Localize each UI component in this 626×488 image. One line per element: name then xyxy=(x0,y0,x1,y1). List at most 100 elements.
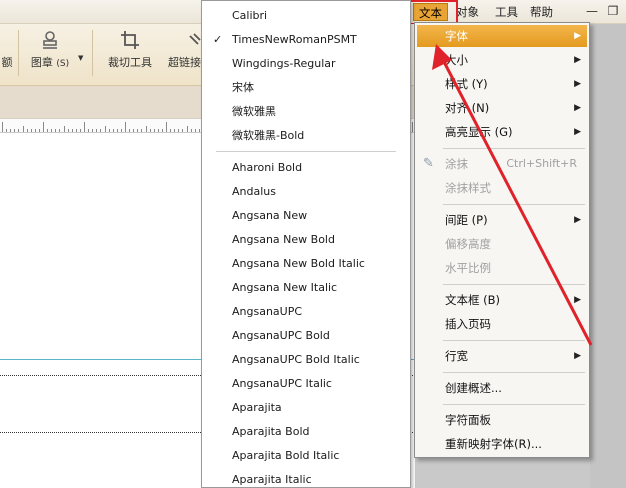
menu-help[interactable]: 帮助 xyxy=(525,3,558,21)
ruler-tick xyxy=(174,129,176,132)
font-item[interactable]: Aparajita Bold xyxy=(202,420,410,444)
font-item[interactable]: Angsana New Bold xyxy=(202,228,410,252)
font-item[interactable]: Aparajita Bold Italic xyxy=(202,444,410,468)
font-list-dropdown: Calibri ✓ TimesNewRomanPSMT Wingdings-Reg… xyxy=(201,0,411,488)
restore-icon[interactable]: ❐ xyxy=(604,4,622,20)
submenu-arrow-icon: ▶ xyxy=(574,79,581,89)
ruler-tick xyxy=(108,129,110,132)
ruler-tick xyxy=(133,129,135,132)
ruler-tick xyxy=(153,129,155,132)
font-item-msyahei-bold[interactable]: 微软雅黑-Bold xyxy=(202,124,410,148)
ruler-tick xyxy=(63,126,65,132)
menu-item-smear-style[interactable]: 涂抹样式 xyxy=(417,177,587,199)
font-item[interactable]: AngsanaUPC xyxy=(202,300,410,324)
menu-item-label: 偏移高度 xyxy=(445,237,491,251)
menu-item-character-panel[interactable]: 字符面板 xyxy=(417,409,587,431)
menu-separator xyxy=(443,372,585,373)
font-item[interactable]: AngsanaUPC Italic xyxy=(202,372,410,396)
menu-item-create-summary[interactable]: 创建概述... xyxy=(417,377,587,399)
menu-item-label: 创建概述... xyxy=(445,381,502,395)
font-item-label: Aparajita Bold xyxy=(232,425,310,438)
font-item-label: Aparajita Italic xyxy=(232,473,312,486)
ruler-tick xyxy=(198,129,200,132)
menu-item-size[interactable]: 大小 ▶ xyxy=(417,49,587,71)
font-item-label: Aparajita xyxy=(232,401,282,414)
ruler-tick xyxy=(145,126,147,132)
menu-item-font[interactable]: 字体 ▶ xyxy=(417,25,587,47)
font-item[interactable]: AngsanaUPC Bold Italic xyxy=(202,348,410,372)
menu-item-label: 字符面板 xyxy=(445,413,491,427)
font-item-msyahei[interactable]: 微软雅黑 xyxy=(202,100,410,124)
ruler-tick xyxy=(18,129,20,132)
menu-shortcut: Ctrl+Shift+R xyxy=(506,157,577,170)
menu-item-text-box[interactable]: 文本框 (B) ▶ xyxy=(417,289,587,311)
ruler-tick xyxy=(112,129,114,132)
menu-separator xyxy=(443,404,585,405)
menu-item-label: 行宽 xyxy=(445,349,468,363)
ruler-tick xyxy=(84,122,85,132)
ruler-tick xyxy=(59,129,61,132)
check-icon: ✓ xyxy=(213,33,223,46)
menu-item-offset-height[interactable]: 偏移高度 xyxy=(417,233,587,255)
font-item-wingdings-regular[interactable]: Wingdings-Regular xyxy=(202,52,410,76)
menu-item-line-width[interactable]: 行宽 ▶ xyxy=(417,345,587,367)
menu-tools[interactable]: 工具 xyxy=(490,3,523,21)
font-item[interactable]: AngsanaUPC Bold xyxy=(202,324,410,348)
font-item[interactable]: Aparajita Italic xyxy=(202,468,410,487)
ruler-tick xyxy=(75,129,77,132)
menu-separator xyxy=(443,204,585,205)
crop-tool-label: 裁切工具 xyxy=(108,56,152,69)
font-item-timesnewromanpsmt[interactable]: ✓ TimesNewRomanPSMT xyxy=(202,28,410,52)
ruler-tick xyxy=(412,122,413,132)
font-item-label: Aparajita Bold Italic xyxy=(232,449,340,462)
menu-item-label: 高亮显示 (G) xyxy=(445,125,513,139)
toolbar-separator xyxy=(18,30,19,76)
ruler-tick xyxy=(116,129,118,132)
font-item-label: Angsana New Bold Italic xyxy=(232,257,365,270)
font-item[interactable]: Angsana New Bold Italic xyxy=(202,252,410,276)
ruler-tick xyxy=(161,129,163,132)
ruler-tick xyxy=(141,129,143,132)
font-item-label: Angsana New xyxy=(232,209,308,222)
chevron-down-icon: ▼ xyxy=(78,54,84,62)
menu-item-highlight[interactable]: 高亮显示 (G) ▶ xyxy=(417,121,587,143)
menu-item-label: 间距 (P) xyxy=(445,213,488,227)
toolbar-partial-button[interactable]: 额 xyxy=(0,28,14,78)
font-item[interactable]: Angsana New xyxy=(202,204,410,228)
stamp-dropdown-button[interactable]: ▼ xyxy=(78,28,88,78)
font-item[interactable]: Aparajita xyxy=(202,396,410,420)
menu-item-insert-page-number[interactable]: 插入页码 xyxy=(417,313,587,335)
menu-item-remap-fonts[interactable]: 重新映射字体(R)... xyxy=(417,433,587,455)
font-item-simsun[interactable]: 宋体 xyxy=(202,76,410,100)
menu-item-style[interactable]: 样式 (Y) ▶ xyxy=(417,73,587,95)
menu-item-align[interactable]: 对齐 (N) ▶ xyxy=(417,97,587,119)
ruler-tick xyxy=(2,122,3,132)
ruler-tick xyxy=(96,129,98,132)
menu-item-label: 插入页码 xyxy=(445,317,491,331)
submenu-arrow-icon: ▶ xyxy=(574,55,581,65)
ruler-tick xyxy=(38,129,40,132)
stamp-button[interactable]: 图章 (S) xyxy=(26,28,74,78)
font-item-label: Wingdings-Regular xyxy=(232,57,336,70)
ruler-tick xyxy=(137,129,139,132)
font-item-label: Angsana New Bold xyxy=(232,233,335,246)
workspace-background xyxy=(590,24,626,488)
submenu-arrow-icon: ▶ xyxy=(574,103,581,113)
crop-tool-button[interactable]: 裁切工具 xyxy=(102,28,158,78)
menu-item-horizontal-scale[interactable]: 水平比例 xyxy=(417,257,587,279)
minimize-icon[interactable]: — xyxy=(583,4,601,20)
menu-item-label: 样式 (Y) xyxy=(445,77,488,91)
font-item[interactable]: Aharoni Bold xyxy=(202,156,410,180)
font-item[interactable]: Andalus xyxy=(202,180,410,204)
ruler-tick xyxy=(92,129,94,132)
ruler-tick xyxy=(22,126,24,132)
stamp-label: 图章 xyxy=(30,56,53,69)
menu-separator xyxy=(443,148,585,149)
ruler-tick xyxy=(55,129,57,132)
font-item[interactable]: Angsana New Italic xyxy=(202,276,410,300)
menu-item-smear[interactable]: ✎ 涂抹 Ctrl+Shift+R xyxy=(417,153,587,175)
menu-item-spacing[interactable]: 间距 (P) ▶ xyxy=(417,209,587,231)
font-item-label: AngsanaUPC Bold Italic xyxy=(232,353,360,366)
font-item-calibri[interactable]: Calibri xyxy=(202,4,410,28)
ruler-tick xyxy=(47,129,49,132)
